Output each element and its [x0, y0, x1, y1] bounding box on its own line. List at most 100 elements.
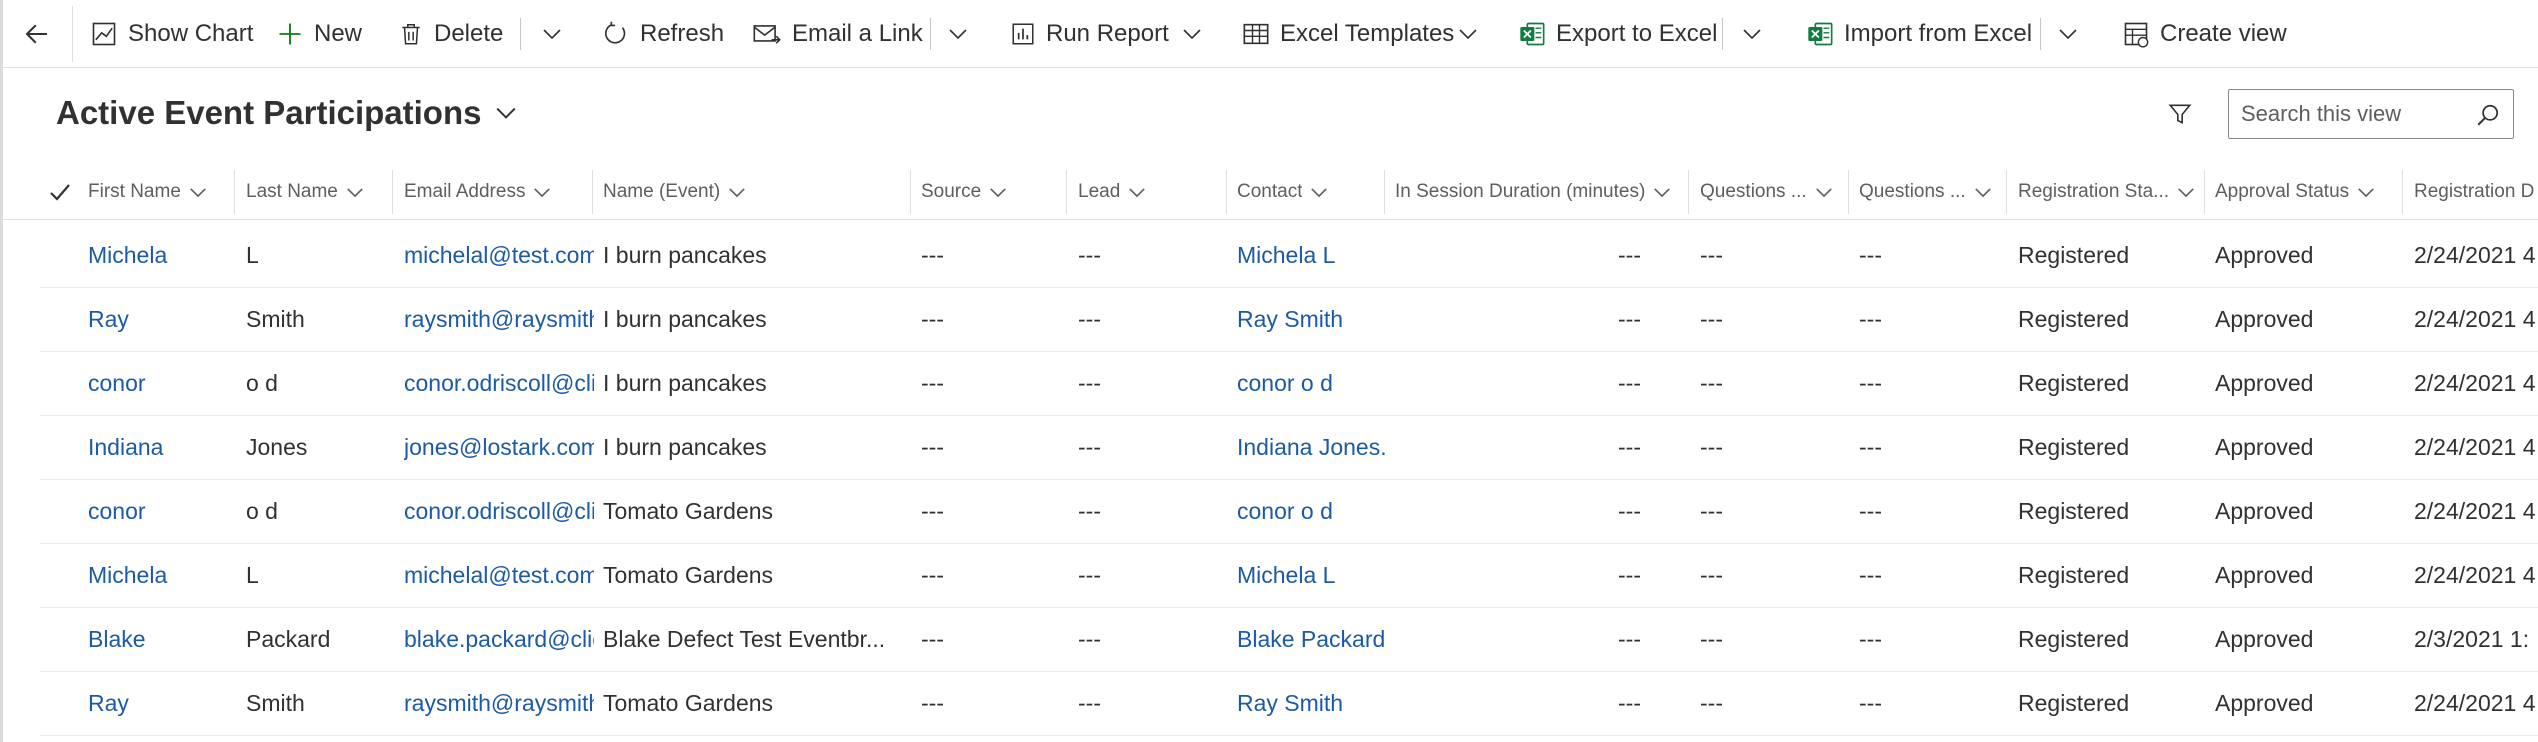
show-chart-button[interactable]: Show Chart — [90, 0, 253, 68]
table-row[interactable]: Indiana Jones jones@lostark.com I burn panc… — [40, 416, 2538, 480]
refresh-button[interactable]: Refresh — [602, 0, 724, 68]
cell-email-address[interactable]: jones@lostark.com — [404, 416, 594, 479]
refresh-icon — [605, 21, 626, 44]
email-link-button[interactable]: Email a Link — [752, 0, 923, 68]
table-row[interactable]: Blake Packard blake.packard@clic Blake Defe… — [40, 608, 2538, 672]
cell-first-name[interactable]: conor — [88, 352, 238, 415]
import-excel-dropdown[interactable] — [2048, 0, 2088, 68]
column-header-in-session-duration[interactable]: In Session Duration (minutes) — [1395, 164, 1671, 220]
cell-email-address[interactable]: raysmith@raysmith — [404, 672, 594, 735]
cell-email-address[interactable]: raysmith@raysmith — [404, 288, 594, 351]
column-header-label: Last Name — [246, 181, 338, 202]
column-resize-handle[interactable] — [910, 170, 911, 214]
cell-email-address[interactable]: blake.packard@clic — [404, 608, 594, 671]
delete-button[interactable]: Delete — [398, 0, 503, 68]
cell-first-name[interactable]: Blake — [88, 608, 238, 671]
column-header-contact[interactable]: Contact — [1237, 164, 1328, 220]
cell-in-session-duration: --- — [1618, 434, 1641, 460]
column-header-questions-b[interactable]: Questions ... — [1859, 164, 1992, 220]
email-link-dropdown[interactable] — [938, 0, 978, 68]
cell-contact[interactable]: Ray Smith — [1237, 672, 1387, 735]
chevron-down-icon — [1129, 187, 1146, 197]
cell-lead: --- — [1078, 562, 1101, 588]
run-report-dropdown[interactable] — [1172, 0, 1212, 68]
cell-questions-a: --- — [1700, 626, 1723, 652]
cell-first-name[interactable]: Ray — [88, 672, 238, 735]
table-row[interactable]: conor o d conor.odriscoll@cli I burn pancak… — [40, 352, 2538, 416]
column-resize-handle[interactable] — [592, 170, 593, 214]
more-delete-dropdown[interactable] — [532, 0, 572, 68]
column-resize-handle[interactable] — [1384, 170, 1385, 214]
column-header-last-name[interactable]: Last Name — [246, 164, 364, 220]
column-header-first-name[interactable]: First Name — [88, 164, 207, 220]
cell-first-name[interactable]: Ray — [88, 288, 238, 351]
export-excel-dropdown[interactable] — [1732, 0, 1772, 68]
create-view-button[interactable]: Create view — [2122, 0, 2287, 68]
column-header-registration-date[interactable]: Registration D — [2414, 164, 2534, 220]
column-header-source[interactable]: Source — [921, 164, 1007, 220]
cell-in-session-duration: --- — [1618, 498, 1641, 524]
cell-email-address[interactable]: conor.odriscoll@cli — [404, 352, 594, 415]
cell-first-name[interactable]: conor — [88, 480, 238, 543]
import-excel-button[interactable]: Import from Excel — [1806, 0, 2032, 68]
cell-email-address[interactable]: conor.odriscoll@cli — [404, 480, 594, 543]
view-selector[interactable]: Active Event Participations — [56, 90, 517, 136]
run-report-button[interactable]: Run Report — [1010, 0, 1169, 68]
cell-first-name[interactable]: Indiana — [88, 416, 238, 479]
cell-last-name: o d — [246, 370, 278, 396]
table-row[interactable]: Michela Lmichelal@test.com Tomato Gardens -… — [40, 544, 2538, 608]
column-header-approval-status[interactable]: Approval Status — [2215, 164, 2375, 220]
new-button[interactable]: New — [276, 0, 362, 68]
table-row[interactable]: Ray Smith raysmith@raysmith Tomato Gardens -… — [40, 672, 2538, 736]
column-header-registration-status[interactable]: Registration Sta... — [2018, 164, 2195, 220]
column-header-label: Name (Event) — [603, 181, 721, 202]
column-resize-handle[interactable] — [234, 170, 235, 214]
table-row[interactable]: Ray Smith raysmith@raysmith I burn pancakes… — [40, 288, 2538, 352]
cell-contact[interactable]: Michela L — [1237, 224, 1387, 287]
cell-first-name[interactable]: Michela — [88, 224, 238, 287]
cell-contact[interactable]: conor o d — [1237, 480, 1387, 543]
plus-icon — [279, 23, 301, 45]
excel-templates-button[interactable]: Excel Templates — [1242, 0, 1454, 68]
cell-source: --- — [921, 242, 944, 268]
column-resize-handle[interactable] — [392, 170, 393, 214]
search-icon[interactable] — [2475, 102, 2501, 128]
cell-first-name[interactable]: Michela — [88, 544, 238, 607]
column-resize-handle[interactable] — [2204, 170, 2205, 214]
column-resize-handle[interactable] — [1848, 170, 1849, 214]
chevron-down-icon — [534, 187, 551, 197]
cell-registration-date: 2/24/2021 4 — [2414, 690, 2536, 716]
cell-contact[interactable]: Michela L — [1237, 544, 1387, 607]
table-row[interactable]: Michela Lmichelal@test.com I burn pancakes… — [40, 224, 2538, 288]
cell-approval-status: Approved — [2215, 498, 2314, 524]
cell-contact[interactable]: conor o d — [1237, 352, 1387, 415]
column-header-email-address[interactable]: Email Address — [404, 164, 551, 220]
column-resize-handle[interactable] — [2006, 170, 2007, 214]
column-resize-handle[interactable] — [1066, 170, 1067, 214]
column-header-label: Approval Status — [2215, 181, 2350, 202]
column-resize-handle[interactable] — [2402, 170, 2403, 214]
cell-last-name: Smith — [246, 690, 305, 716]
chevron-down-icon — [190, 187, 206, 197]
cell-contact[interactable]: Ray Smith — [1237, 288, 1387, 351]
column-header-event-name[interactable]: Name (Event) — [603, 164, 746, 220]
table-row[interactable]: conor o d conor.odriscoll@cli Tomato Garden… — [40, 480, 2538, 544]
column-resize-handle[interactable] — [1688, 170, 1689, 214]
filter-button[interactable] — [2162, 96, 2198, 132]
cell-last-name: Jones — [246, 434, 308, 460]
search-input[interactable] — [2239, 100, 2463, 128]
cell-email-address[interactable]: michelal@test.com — [404, 544, 594, 607]
cell-lead: --- — [1078, 306, 1101, 332]
column-header-questions-a[interactable]: Questions ... — [1700, 164, 1833, 220]
cell-email-address[interactable]: michelal@test.com — [404, 224, 594, 287]
excel-templates-dropdown[interactable] — [1448, 0, 1488, 68]
cell-approval-status: Approved — [2215, 434, 2314, 460]
cell-contact[interactable]: Blake Packard.. — [1237, 608, 1387, 671]
select-all-checkmark-icon[interactable] — [48, 180, 72, 204]
column-resize-handle[interactable] — [1226, 170, 1227, 214]
back-button[interactable] — [22, 0, 52, 68]
column-header-lead[interactable]: Lead — [1078, 164, 1146, 220]
cell-last-name: L — [246, 562, 259, 588]
export-excel-button[interactable]: Export to Excel — [1518, 0, 1717, 68]
cell-contact[interactable]: Indiana Jones.. — [1237, 416, 1387, 479]
